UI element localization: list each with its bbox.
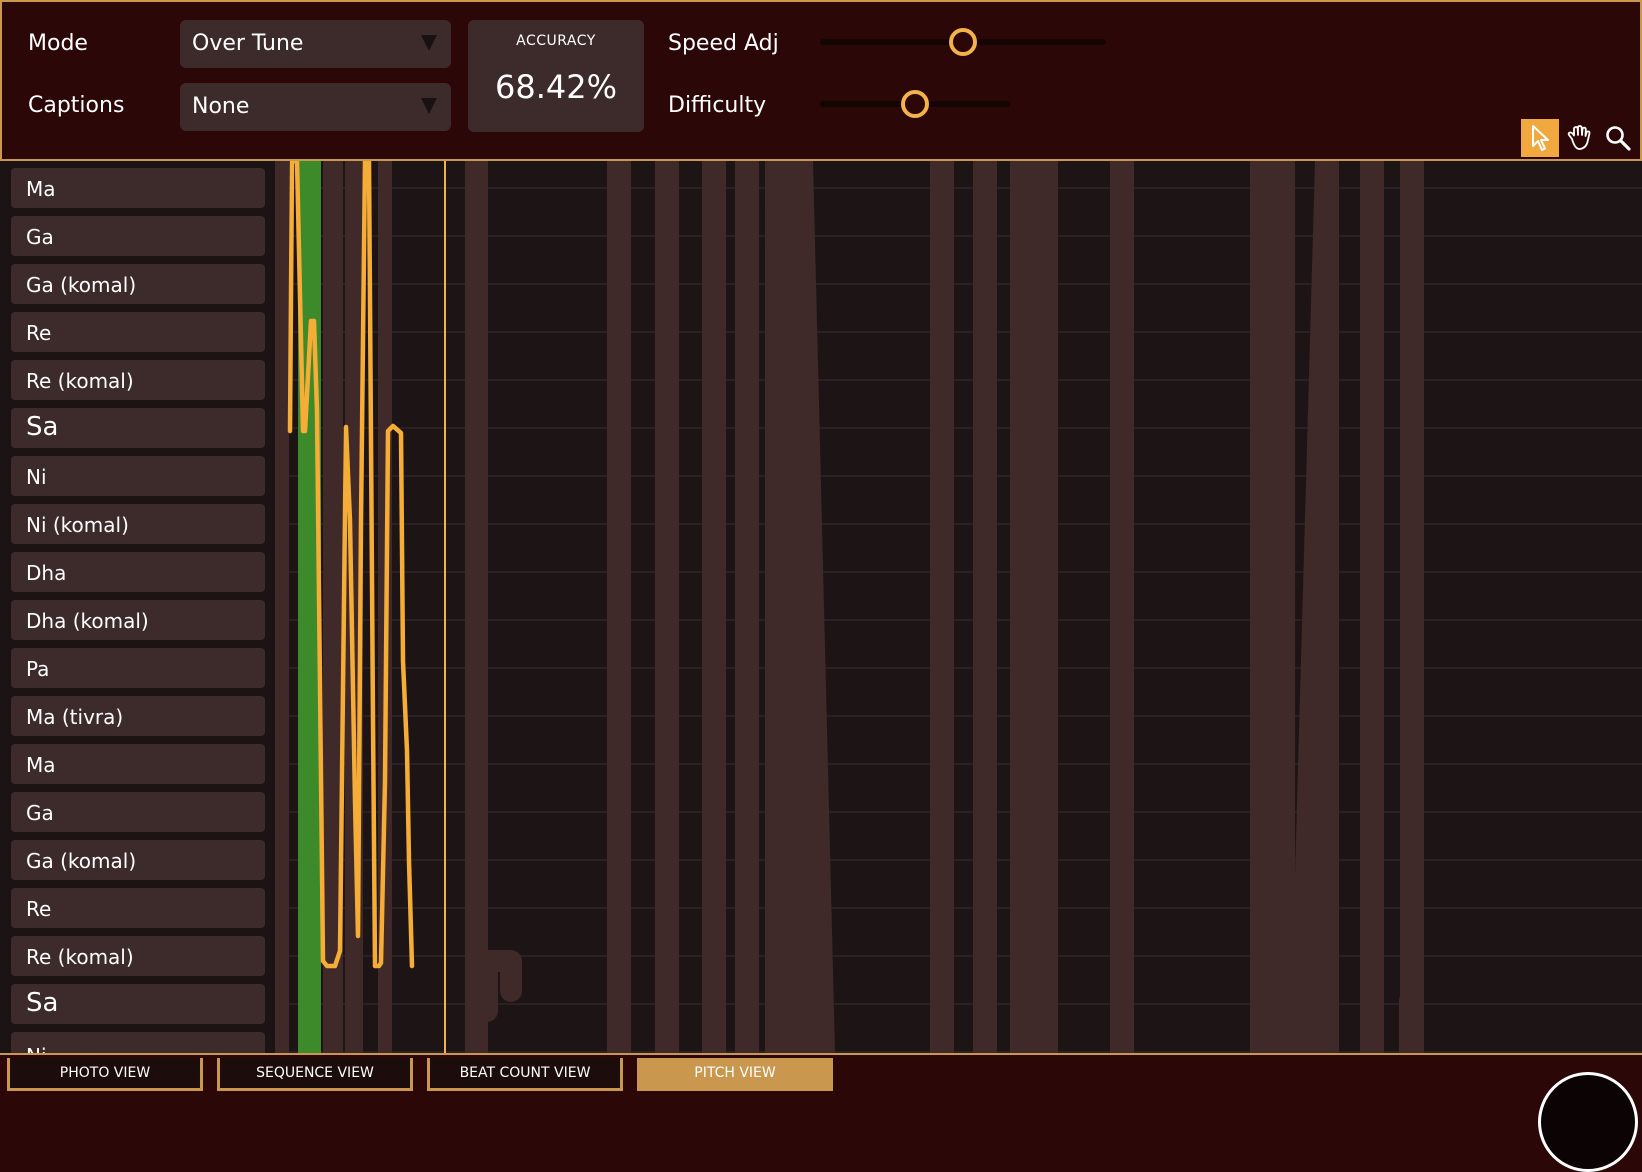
phrase-bar [607, 161, 631, 1053]
note-row[interactable]: Re [11, 888, 265, 928]
captions-dropdown[interactable]: None [180, 83, 451, 131]
note-row[interactable]: Dha [11, 552, 265, 592]
phrase-bar [702, 161, 726, 1053]
note-label: Re (komal) [26, 369, 134, 393]
view-tabs-bar: PHOTO VIEW SEQUENCE VIEW BEAT COUNT VIEW PI… [0, 1053, 1642, 1092]
accuracy-value: 68.42% [494, 68, 617, 106]
note-labels-panel: Ma Ga Ga (komal) Re Re (komal) Sa Ni Ni (komal)… [0, 161, 275, 1053]
note-label: Ga [26, 225, 54, 249]
note-label: Sa [26, 988, 59, 1018]
note-label: Ga [26, 801, 54, 825]
phrase-bar [655, 161, 679, 1053]
tab-beat-count-view[interactable]: BEAT COUNT VIEW [427, 1058, 623, 1091]
note-row[interactable]: Re [11, 312, 265, 352]
phrase-bar [930, 161, 954, 1053]
note-row[interactable]: Ni [11, 456, 265, 496]
note-row[interactable]: Pa [11, 648, 265, 688]
hand-icon [1567, 125, 1591, 150]
speed-adj-slider-handle[interactable] [949, 28, 977, 56]
note-row[interactable]: Ga [11, 216, 265, 256]
accuracy-panel: ACCURACY 68.42% [468, 20, 644, 132]
chevron-down-icon [421, 98, 437, 114]
record-button[interactable] [1538, 1072, 1638, 1172]
mode-value: Over Tune [192, 31, 304, 56]
note-label: Ni [26, 1044, 47, 1053]
tab-photo-view[interactable]: PHOTO VIEW [7, 1058, 203, 1091]
note-label: Re [26, 897, 52, 921]
note-label: Sa [26, 412, 59, 442]
note-row[interactable]: Re (komal) [11, 360, 265, 400]
phrase-bar [275, 161, 289, 1053]
tab-pitch-view[interactable]: PITCH VIEW [637, 1058, 833, 1091]
cursor-icon [1532, 125, 1549, 151]
difficulty-slider-handle[interactable] [901, 90, 929, 118]
note-row[interactable]: Ma (tivra) [11, 696, 265, 736]
top-toolbar: Mode Over Tune Captions None ACCURACY 68… [0, 0, 1642, 161]
accuracy-label: ACCURACY [516, 33, 596, 49]
note-row[interactable]: Ni (komal) [11, 504, 265, 544]
note-row[interactable]: Ga [11, 792, 265, 832]
note-label: Ni (komal) [26, 513, 129, 537]
note-label: Re (komal) [26, 945, 134, 969]
note-label: Ma [26, 177, 56, 201]
difficulty-label: Difficulty [668, 93, 767, 118]
note-row[interactable]: Re (komal) [11, 936, 265, 976]
phrase-bar [1400, 161, 1424, 1053]
note-row[interactable]: Sa [11, 984, 265, 1024]
pitch-view-canvas[interactable] [275, 161, 1642, 1053]
phrase-bar [973, 161, 997, 1053]
chevron-down-icon [421, 35, 437, 51]
note-row[interactable]: Ma [11, 744, 265, 784]
phrase-bar [1110, 161, 1134, 1053]
note-label: Ma [26, 753, 56, 777]
note-label: Ga (komal) [26, 849, 137, 873]
speed-adj-label: Speed Adj [668, 31, 779, 56]
note-label: Re [26, 321, 52, 345]
note-row[interactable]: Sa [11, 408, 265, 448]
note-label: Ga (komal) [26, 273, 137, 297]
note-label: Dha [26, 561, 67, 585]
magnifier-icon [1606, 126, 1631, 151]
tab-sequence-view[interactable]: SEQUENCE VIEW [217, 1058, 413, 1091]
cursor-tool-button[interactable] [1521, 119, 1559, 157]
note-label: Dha (komal) [26, 609, 149, 633]
note-label: Pa [26, 657, 50, 681]
phrase-bar [1360, 161, 1384, 1053]
phrase-bar [1010, 161, 1058, 1053]
phrase-bar [465, 161, 488, 1053]
zoom-tool-button[interactable] [1599, 119, 1637, 157]
phrase-bar [1250, 161, 1295, 1053]
note-label: Ni [26, 465, 47, 489]
captions-value: None [192, 94, 250, 119]
pitch-graph [275, 161, 1642, 1053]
note-row[interactable]: Ni [11, 1032, 265, 1053]
note-row[interactable]: Ga (komal) [11, 264, 265, 304]
mode-dropdown[interactable]: Over Tune [180, 20, 451, 68]
note-row[interactable]: Ga (komal) [11, 840, 265, 880]
mode-label: Mode [28, 31, 88, 56]
captions-label: Captions [28, 93, 125, 118]
note-row[interactable]: Ma [11, 168, 265, 208]
phrase-bar [735, 161, 759, 1053]
note-label: Ma (tivra) [26, 705, 124, 729]
note-row[interactable]: Dha (komal) [11, 600, 265, 640]
pan-tool-button[interactable] [1560, 119, 1598, 157]
